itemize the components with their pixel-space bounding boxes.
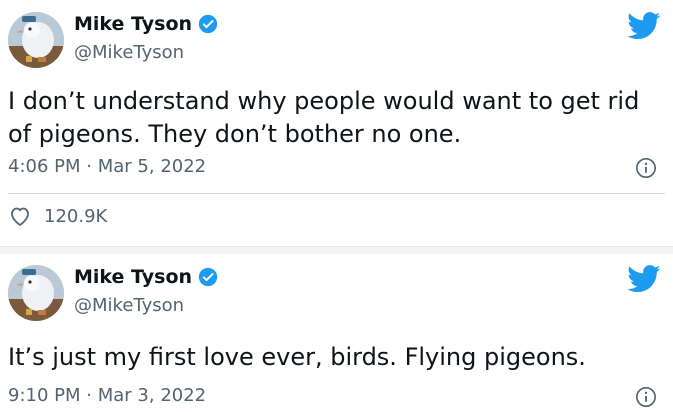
tweet-date: Mar 5, 2022 (97, 156, 207, 177)
info-icon[interactable] (635, 386, 657, 408)
divider (8, 193, 665, 194)
tweet-card[interactable]: Mike Tyson @MikeTyson I don’t understand… (0, 0, 673, 246)
tweet-time: 9:10 PM (8, 385, 81, 406)
twitter-bird-icon[interactable] (627, 12, 661, 40)
tweet-time: 4:06 PM (8, 156, 81, 177)
meta-separator: · (86, 156, 92, 177)
verified-badge-icon (198, 14, 218, 34)
info-icon[interactable] (635, 157, 657, 179)
author-name[interactable]: Mike Tyson (74, 13, 192, 35)
tweet-timestamp[interactable]: 4:06 PM · Mar 5, 2022 (8, 156, 206, 177)
tweet-date: Mar 3, 2022 (97, 385, 207, 406)
avatar[interactable] (8, 265, 64, 321)
tweet-timestamp[interactable]: 9:10 PM · Mar 3, 2022 (8, 385, 206, 406)
avatar[interactable] (8, 12, 64, 68)
meta-separator: · (86, 385, 92, 406)
twitter-bird-icon[interactable] (627, 265, 661, 293)
tweet-card[interactable]: Mike Tyson @MikeTyson It’s just my first… (0, 253, 673, 412)
author-name[interactable]: Mike Tyson (74, 266, 192, 288)
tweet-text: I don’t understand why people would want… (8, 87, 640, 148)
verified-badge-icon (198, 267, 218, 287)
author-handle[interactable]: @MikeTyson (74, 295, 184, 316)
like-button[interactable]: 120.9K (8, 205, 107, 227)
tweet-text: It’s just my first love ever, birds. Fly… (8, 343, 586, 371)
like-count: 120.9K (44, 205, 108, 227)
author-handle[interactable]: @MikeTyson (74, 42, 184, 63)
heart-icon (8, 205, 32, 227)
